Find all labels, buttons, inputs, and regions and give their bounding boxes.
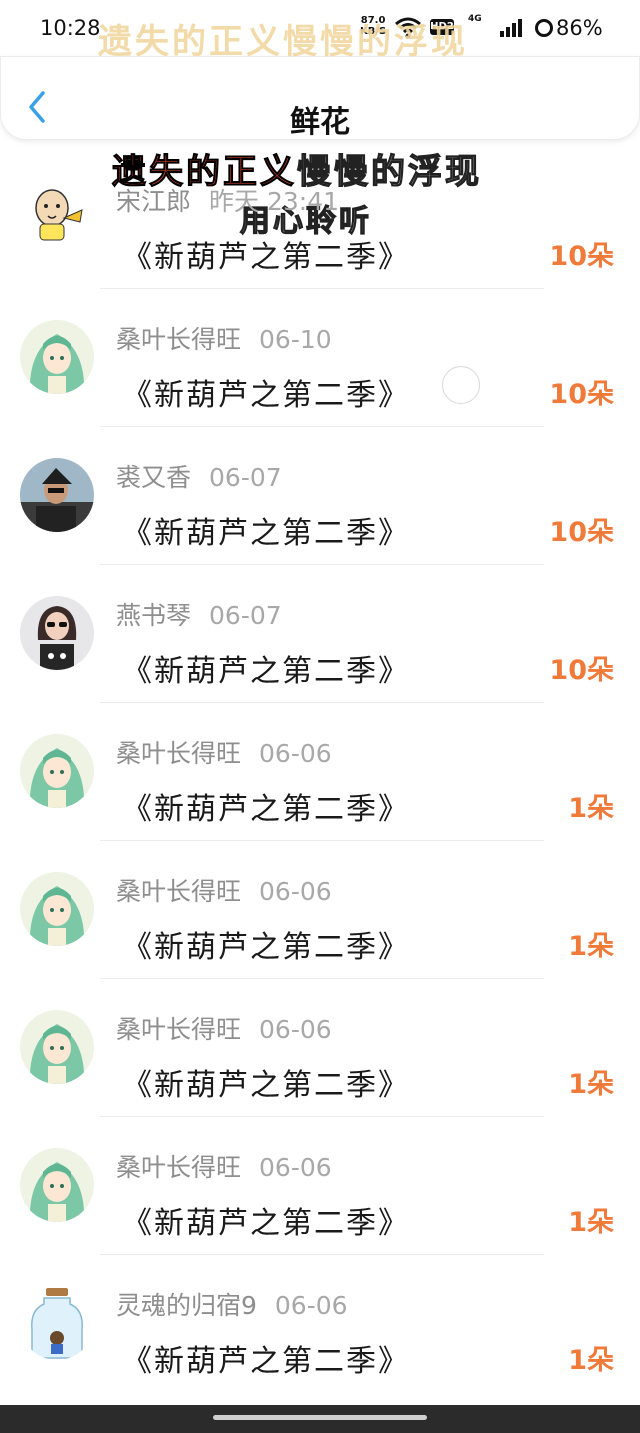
flower-count: 1朵 (568, 1345, 614, 1376)
sent-time: 06-07 (209, 463, 282, 492)
sender-name: 宋江郎 (116, 187, 192, 216)
list-item[interactable]: 桑叶长得旺 06-06 《新葫芦之第二季》 1朵 (0, 1148, 640, 1286)
book-title: 《新葫芦之第二季》 (122, 516, 410, 551)
sender-name: 桑叶长得旺 (116, 1015, 242, 1044)
book-title: 《新葫芦之第二季》 (122, 378, 410, 413)
book-title: 《新葫芦之第二季》 (122, 1206, 410, 1241)
flower-count: 1朵 (568, 1207, 614, 1238)
anime-girl-avatar (20, 872, 94, 946)
sent-time: 06-06 (259, 1153, 332, 1182)
anime-girl-avatar (20, 734, 94, 808)
net-speed: 87.0 KB/S (360, 15, 386, 37)
sent-time: 06-06 (259, 739, 332, 768)
sender-meta: 燕书琴 06-07 (116, 596, 282, 632)
system-nav-bar (0, 1405, 640, 1433)
sent-time: 06-06 (259, 1015, 332, 1044)
book-title: 《新葫芦之第二季》 (122, 1344, 410, 1379)
list-item[interactable]: 宋江郎 昨天 23:41 《新葫芦之第二季》 10朵 (0, 182, 640, 320)
network-type: 4G (468, 14, 482, 24)
hd-badge: HD2 (430, 19, 454, 35)
sender-name: 桑叶长得旺 (116, 739, 242, 768)
flower-count: 1朵 (568, 1069, 614, 1100)
status-bar: 10:28 87.0 KB/S HD2 4G 86% (0, 0, 640, 58)
sender-meta: 桑叶长得旺 06-06 (116, 1148, 332, 1184)
sender-meta: 桑叶长得旺 06-06 (116, 734, 332, 770)
bottle-avatar (20, 1286, 94, 1360)
sender-meta: 桑叶长得旺 06-06 (116, 1010, 332, 1046)
sent-time: 06-06 (274, 1291, 348, 1320)
divider (100, 702, 544, 703)
app-header: 鲜花 (0, 56, 640, 140)
flower-list: 宋江郎 昨天 23:41 《新葫芦之第二季》 10朵 桑叶长得旺 06-10 《新葫… (0, 182, 640, 1424)
divider (100, 1254, 544, 1255)
flower-count: 1朵 (568, 931, 614, 962)
woman-photo-avatar (20, 596, 94, 670)
battery-icon (534, 18, 554, 43)
divider (100, 426, 544, 427)
sent-time: 昨天 23:41 (209, 187, 340, 216)
battery-level: 86% (556, 16, 603, 40)
sender-meta: 裘又香 06-07 (116, 458, 282, 494)
sent-time: 06-06 (259, 877, 332, 906)
divider (100, 840, 544, 841)
divider (100, 1116, 544, 1117)
list-item[interactable]: 桑叶长得旺 06-06 《新葫芦之第二季》 1朵 (0, 1010, 640, 1148)
sender-name: 燕书琴 (116, 601, 192, 630)
wifi-icon (394, 15, 422, 44)
sent-time: 06-07 (209, 601, 282, 630)
net-speed-unit: KB/S (360, 26, 387, 37)
signal-bars-icon (500, 18, 524, 42)
list-item[interactable]: 燕书琴 06-07 《新葫芦之第二季》 10朵 (0, 596, 640, 734)
list-item[interactable]: 桑叶长得旺 06-06 《新葫芦之第二季》 1朵 (0, 872, 640, 1010)
flower-count: 10朵 (549, 655, 614, 686)
divider (100, 288, 544, 289)
cartoon-avatar (20, 182, 94, 256)
sender-meta: 桑叶长得旺 06-06 (116, 872, 332, 908)
divider (100, 564, 544, 565)
flower-count: 10朵 (549, 517, 614, 548)
list-item[interactable]: 桑叶长得旺 06-10 《新葫芦之第二季》 10朵 (0, 320, 640, 458)
flower-count: 1朵 (568, 793, 614, 824)
flower-count: 10朵 (549, 379, 614, 410)
list-item[interactable]: 裘又香 06-07 《新葫芦之第二季》 10朵 (0, 458, 640, 596)
touch-indicator (442, 366, 480, 404)
list-item[interactable]: 桑叶长得旺 06-06 《新葫芦之第二季》 1朵 (0, 734, 640, 872)
sender-meta: 桑叶长得旺 06-10 (116, 320, 332, 356)
book-title: 《新葫芦之第二季》 (122, 792, 410, 827)
sender-name: 裘又香 (116, 463, 192, 492)
status-time: 10:28 (40, 16, 101, 40)
sender-meta: 宋江郎 昨天 23:41 (116, 182, 339, 218)
sender-name: 灵魂的归宿9 (116, 1291, 257, 1320)
home-gesture-handle[interactable] (213, 1415, 427, 1420)
man-photo-avatar (20, 458, 94, 532)
book-title: 《新葫芦之第二季》 (122, 654, 410, 689)
sender-name: 桑叶长得旺 (116, 877, 242, 906)
book-title: 《新葫芦之第二季》 (122, 240, 410, 275)
anime-girl-avatar (20, 1010, 94, 1084)
net-speed-value: 87.0 (360, 15, 386, 26)
anime-girl-avatar (20, 1148, 94, 1222)
book-title: 《新葫芦之第二季》 (122, 1068, 410, 1103)
anime-girl-avatar (20, 320, 94, 394)
list-item[interactable]: 灵魂的归宿9 06-06 《新葫芦之第二季》 1朵 (0, 1286, 640, 1424)
page-title: 鲜花 (290, 105, 350, 140)
sender-name: 桑叶长得旺 (116, 325, 242, 354)
sent-time: 06-10 (259, 325, 332, 354)
book-title: 《新葫芦之第二季》 (122, 930, 410, 965)
flower-count: 10朵 (549, 241, 614, 272)
divider (100, 978, 544, 979)
sender-name: 桑叶长得旺 (116, 1153, 242, 1182)
sender-meta: 灵魂的归宿9 06-06 (116, 1286, 348, 1322)
